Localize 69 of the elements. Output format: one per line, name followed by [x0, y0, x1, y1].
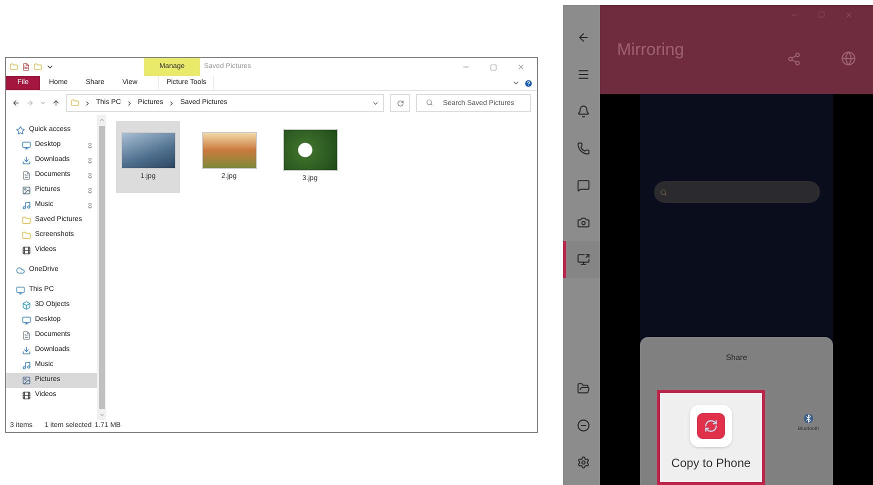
address-dropdown-icon[interactable] [372, 100, 379, 106]
folder-icon [71, 99, 79, 107]
scroll-down-icon[interactable] [98, 412, 104, 418]
download-icon [22, 156, 31, 165]
new-folder-icon [34, 63, 42, 71]
recent-locations-icon[interactable] [40, 100, 46, 106]
menu-icon [576, 68, 590, 81]
folder-icon [576, 382, 590, 395]
music-note-icon [22, 201, 31, 210]
film-icon [22, 391, 31, 400]
refresh-button[interactable] [390, 94, 410, 112]
document-icon [22, 171, 31, 180]
cube-icon [22, 301, 31, 310]
photo-placeholder [202, 132, 256, 169]
pin-icon [87, 158, 93, 164]
back-icon[interactable] [12, 99, 20, 107]
camera-icon [576, 216, 590, 229]
photo-placeholder [282, 129, 338, 172]
copy-to-phone-callout[interactable]: Copy to Phone [657, 390, 765, 485]
chat-bubble-icon [576, 179, 590, 192]
back-icon [576, 31, 590, 44]
phone-icon [576, 142, 590, 155]
monitor-icon [22, 316, 31, 325]
chevron-icon [168, 100, 176, 106]
monitor-icon [22, 141, 31, 150]
film-icon [22, 246, 31, 255]
scrollbar-thumb[interactable] [98, 126, 104, 409]
cloud-icon [16, 266, 25, 275]
download-icon [22, 346, 31, 355]
computer-icon [16, 286, 25, 295]
photo-placeholder [120, 132, 176, 169]
maximize-icon[interactable] [818, 11, 825, 18]
customize-dropdown-icon[interactable] [46, 63, 54, 71]
music-note-icon [22, 361, 31, 370]
app-icon [690, 405, 732, 447]
expand-ribbon-icon[interactable] [512, 79, 520, 87]
settings-icon [576, 456, 590, 469]
chevron-icon [126, 100, 133, 106]
close-icon[interactable] [845, 11, 853, 19]
minus-circle-icon [576, 419, 590, 432]
star-icon [16, 126, 25, 135]
refresh-icon [396, 100, 404, 106]
scrollbar[interactable] [97, 115, 106, 420]
rail-button[interactable] [563, 241, 600, 278]
up-icon[interactable] [52, 99, 60, 107]
maximize-icon[interactable] [490, 64, 497, 70]
share-icon[interactable] [787, 52, 801, 66]
search-icon [426, 99, 433, 106]
pin-icon [87, 142, 93, 148]
pin-icon [87, 188, 93, 194]
picture-icon [22, 186, 31, 195]
search-icon [660, 188, 666, 196]
scroll-up-icon[interactable] [98, 117, 104, 123]
bluetooth-icon[interactable] [804, 414, 813, 423]
globe-icon[interactable] [841, 51, 856, 66]
document-icon [22, 331, 31, 340]
help-icon[interactable] [524, 78, 533, 88]
picture-icon [22, 376, 31, 385]
folder-icon [22, 216, 31, 225]
pin-icon [87, 202, 93, 208]
folder-icon [10, 63, 18, 71]
bell-icon [576, 105, 590, 118]
folder-icon [22, 231, 31, 240]
share-sheet-title: Share [726, 352, 748, 364]
forward-icon[interactable] [26, 99, 34, 107]
screen-share-icon [576, 253, 590, 266]
close-icon[interactable] [517, 63, 525, 71]
chevron-icon [84, 100, 91, 106]
pin-icon [87, 172, 93, 178]
